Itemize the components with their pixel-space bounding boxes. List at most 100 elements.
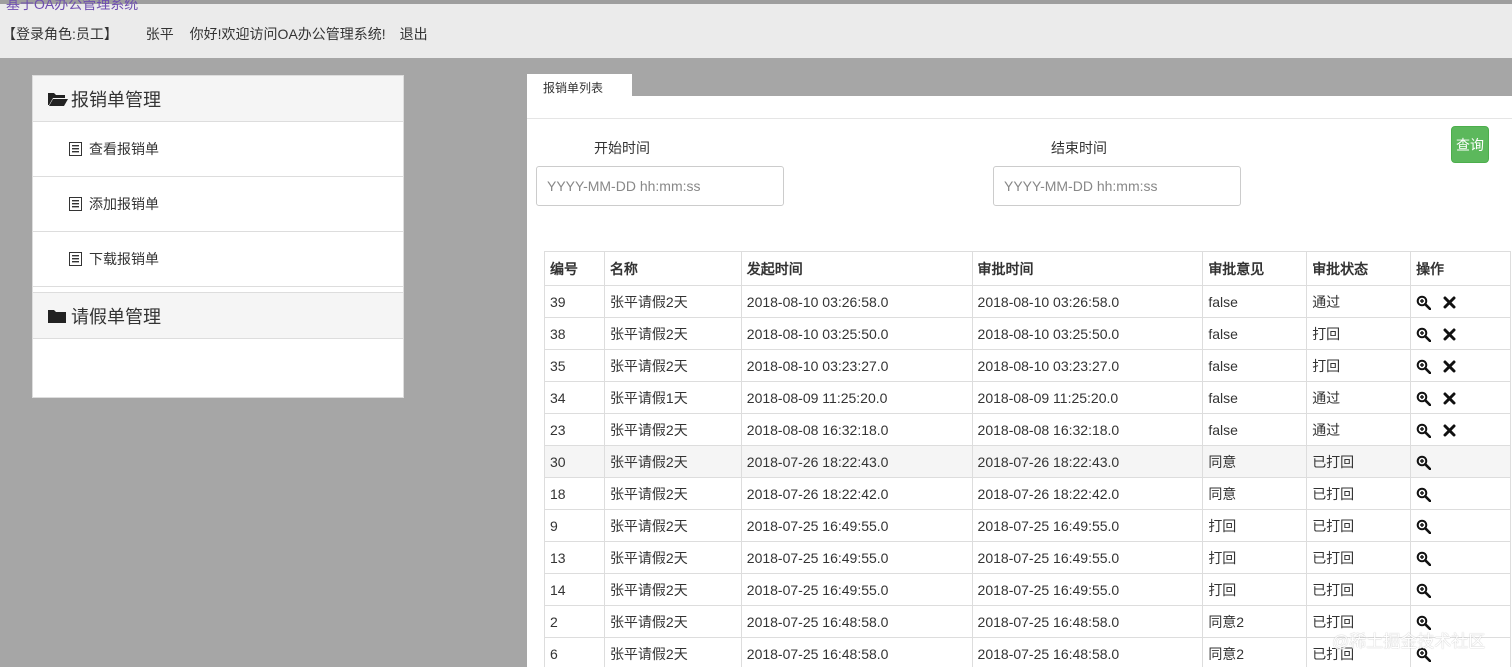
sidebar-section-title: 请假单管理 xyxy=(71,306,161,327)
zoom-in-icon[interactable] xyxy=(1416,391,1432,406)
cell-approve-time: 2018-08-10 03:25:50.0 xyxy=(971,317,1204,350)
table-header-row: 编号 名称 发起时间 审批时间 审批意见 审批状态 操作 xyxy=(544,251,1511,286)
table-row: 23 张平请假2天 2018-08-08 16:32:18.0 2018-08-08 … xyxy=(544,413,1511,446)
remove-icon[interactable] xyxy=(1443,424,1456,437)
cell-name: 张平请假2天 xyxy=(603,285,742,318)
remove-icon[interactable] xyxy=(1443,392,1456,405)
cell-approve-time: 2018-07-26 18:22:43.0 xyxy=(971,445,1204,478)
cell-start-time: 2018-08-09 11:25:20.0 xyxy=(740,381,973,414)
cell-name: 张平请假2天 xyxy=(603,477,742,510)
cell-status: 打回 xyxy=(1306,349,1412,382)
cell-opinion: false xyxy=(1202,285,1308,318)
cell-status: 通过 xyxy=(1306,381,1412,414)
cell-approve-time: 2018-08-09 11:25:20.0 xyxy=(971,381,1204,414)
remove-icon[interactable] xyxy=(1443,296,1456,309)
cell-start-time: 2018-07-25 16:49:55.0 xyxy=(740,509,973,542)
zoom-in-icon[interactable] xyxy=(1416,551,1432,566)
cell-opinion: 同意 xyxy=(1202,445,1308,478)
col-status-header: 审批状态 xyxy=(1306,251,1412,286)
expense-table: 编号 名称 发起时间 审批时间 审批意见 审批状态 操作 39 张平请假2天 201… xyxy=(544,251,1511,667)
cell-id: 38 xyxy=(544,317,605,350)
zoom-in-icon[interactable] xyxy=(1416,423,1432,438)
table-row: 30 张平请假2天 2018-07-26 18:22:43.0 2018-07-26 … xyxy=(544,445,1511,478)
user-info-bar: 【登录角色:员工】 张平 你好!欢迎访问OA办公管理系统! 退出 xyxy=(2,24,428,44)
folder-closed-icon xyxy=(47,307,69,325)
cell-id: 39 xyxy=(544,285,605,318)
cell-id: 13 xyxy=(544,541,605,574)
sidebar-item-download-expense[interactable]: 下载报销单 xyxy=(33,232,403,287)
cell-actions xyxy=(1410,477,1511,510)
sidebar-item-view-expense[interactable]: 查看报销单 xyxy=(33,122,403,177)
cell-approve-time: 2018-07-26 18:22:42.0 xyxy=(971,477,1204,510)
cell-actions xyxy=(1410,413,1511,446)
table-row: 14 张平请假2天 2018-07-25 16:49:55.0 2018-07-25 … xyxy=(544,573,1511,606)
logout-link[interactable]: 退出 xyxy=(400,24,428,44)
remove-icon[interactable] xyxy=(1443,360,1456,373)
cell-id: 2 xyxy=(544,605,605,638)
cell-actions xyxy=(1410,349,1511,382)
col-start-time-header: 发起时间 xyxy=(740,251,973,286)
cell-name: 张平请假2天 xyxy=(603,541,742,574)
cell-status: 已打回 xyxy=(1306,509,1412,542)
sidebar-section-expense[interactable]: 报销单管理 xyxy=(33,76,403,122)
cell-actions xyxy=(1410,573,1511,606)
list-alt-icon xyxy=(69,252,83,266)
sidebar-item-add-expense[interactable]: 添加报销单 xyxy=(33,177,403,232)
zoom-in-icon[interactable] xyxy=(1416,455,1432,470)
col-id-header: 编号 xyxy=(544,251,605,286)
cell-status: 已打回 xyxy=(1306,573,1412,606)
cell-id: 30 xyxy=(544,445,605,478)
username: 张平 xyxy=(145,26,174,42)
cell-start-time: 2018-07-26 18:22:43.0 xyxy=(740,445,973,478)
start-time-label: 开始时间 xyxy=(594,140,650,156)
zoom-in-icon[interactable] xyxy=(1416,295,1432,310)
col-approve-time-header: 审批时间 xyxy=(971,251,1204,286)
sidebar-item-label: 下载报销单 xyxy=(89,251,159,267)
cell-start-time: 2018-08-10 03:26:58.0 xyxy=(740,285,973,318)
cell-opinion: 同意2 xyxy=(1202,637,1308,667)
cell-id: 34 xyxy=(544,381,605,414)
col-actions-header: 操作 xyxy=(1410,251,1511,286)
zoom-in-icon[interactable] xyxy=(1416,519,1432,534)
remove-icon[interactable] xyxy=(1443,328,1456,341)
cell-status: 已打回 xyxy=(1306,445,1412,478)
cell-actions xyxy=(1410,285,1511,318)
table-body: 39 张平请假2天 2018-08-10 03:26:58.0 2018-08-10 … xyxy=(544,285,1511,667)
cell-opinion: false xyxy=(1202,349,1308,382)
sidebar-section-leave[interactable]: 请假单管理 xyxy=(33,293,403,339)
cell-approve-time: 2018-07-25 16:48:58.0 xyxy=(971,637,1204,667)
table-row: 39 张平请假2天 2018-08-10 03:26:58.0 2018-08-10 … xyxy=(544,285,1511,318)
cell-status: 已打回 xyxy=(1306,477,1412,510)
cell-approve-time: 2018-08-08 16:32:18.0 xyxy=(971,413,1204,446)
table-row: 9 张平请假2天 2018-07-25 16:49:55.0 2018-07-25 1… xyxy=(544,509,1511,542)
zoom-in-icon[interactable] xyxy=(1416,487,1432,502)
cell-approve-time: 2018-08-10 03:23:27.0 xyxy=(971,349,1204,382)
login-role: 【登录角色:员工】 xyxy=(2,26,118,42)
cell-opinion: 打回 xyxy=(1202,573,1308,606)
cell-approve-time: 2018-07-25 16:49:55.0 xyxy=(971,541,1204,574)
col-opinion-header: 审批意见 xyxy=(1202,251,1308,286)
cell-approve-time: 2018-07-25 16:49:55.0 xyxy=(971,509,1204,542)
tab-expense-list[interactable]: 报销单列表 xyxy=(527,74,632,98)
list-alt-icon xyxy=(69,142,83,156)
cell-actions xyxy=(1410,381,1511,414)
tab-divider xyxy=(527,118,1512,119)
cell-id: 14 xyxy=(544,573,605,606)
app-title: 基于OA办公管理系统 xyxy=(6,0,139,12)
start-time-input[interactable] xyxy=(536,166,784,206)
cell-name: 张平请假2天 xyxy=(603,573,742,606)
cell-name: 张平请假2天 xyxy=(603,509,742,542)
sidebar-item-label: 添加报销单 xyxy=(89,196,159,212)
end-time-input[interactable] xyxy=(993,166,1241,206)
cell-name: 张平请假2天 xyxy=(603,413,742,446)
cell-actions xyxy=(1410,509,1511,542)
zoom-in-icon[interactable] xyxy=(1416,327,1432,342)
cell-start-time: 2018-07-25 16:48:58.0 xyxy=(740,637,973,667)
cell-opinion: 打回 xyxy=(1202,541,1308,574)
cell-start-time: 2018-07-25 16:49:55.0 xyxy=(740,573,973,606)
zoom-in-icon[interactable] xyxy=(1416,583,1432,598)
cell-name: 张平请假1天 xyxy=(603,381,742,414)
cell-start-time: 2018-07-26 18:22:42.0 xyxy=(740,477,973,510)
zoom-in-icon[interactable] xyxy=(1416,359,1432,374)
query-button[interactable]: 查询 xyxy=(1451,126,1489,163)
